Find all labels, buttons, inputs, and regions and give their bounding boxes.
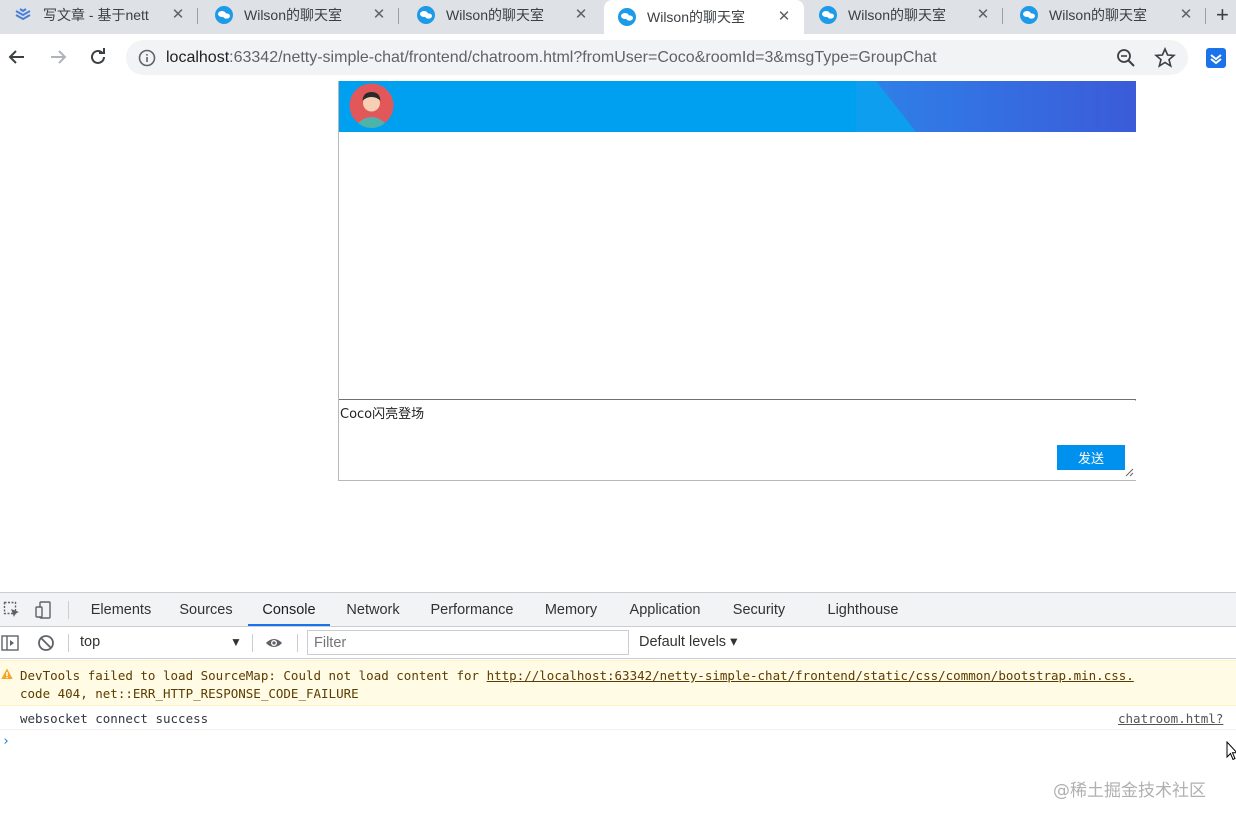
extension-icon[interactable] bbox=[1205, 47, 1227, 69]
log-source-link[interactable]: chatroom.html? bbox=[1118, 711, 1223, 726]
close-icon[interactable]: ✕ bbox=[975, 7, 991, 23]
tab-separator bbox=[398, 8, 399, 24]
console-warning-message: DevTools failed to load SourceMap: Could… bbox=[0, 660, 1236, 706]
clear-console-icon[interactable] bbox=[37, 634, 55, 652]
chevron-down-icon[interactable]: ▼ bbox=[230, 635, 242, 649]
tab-title: Wilson的聊天室 bbox=[244, 7, 343, 23]
screen: 写文章 - 基于nett ✕ Wilson的聊天室 ✕ Wilson的聊天室 ✕ bbox=[0, 0, 1236, 819]
devtools-tab-sources[interactable]: Sources bbox=[170, 593, 242, 626]
devtools-tab-lighthouse[interactable]: Lighthouse bbox=[818, 593, 908, 626]
tab-title: Wilson的聊天室 bbox=[1049, 7, 1148, 23]
browser-toolbar: localhost:63342/netty-simple-chat/fronte… bbox=[0, 34, 1236, 80]
send-button[interactable]: 发送 bbox=[1057, 445, 1125, 470]
filterbar-divider bbox=[297, 634, 298, 652]
filterbar-divider bbox=[68, 634, 69, 652]
tab-title: 写文章 - 基于nett bbox=[43, 7, 149, 23]
address-bar[interactable]: localhost:63342/netty-simple-chat/fronte… bbox=[126, 40, 1188, 75]
arrow-right-icon bbox=[51, 50, 67, 64]
tab-separator bbox=[197, 8, 198, 24]
devtools-tab-security[interactable]: Security bbox=[724, 593, 794, 626]
url-host: localhost bbox=[166, 48, 230, 66]
console-output: DevTools failed to load SourceMap: Could… bbox=[0, 660, 1236, 819]
chat-header bbox=[339, 81, 1136, 132]
sourcemap-link[interactable]: http://localhost:63342/netty-simple-chat… bbox=[487, 668, 1134, 683]
message-input[interactable]: Coco闪亮登场 bbox=[339, 401, 1136, 480]
console-log-message: websocket connect success chatroom.html? bbox=[0, 706, 1236, 730]
browser-tab-4-active[interactable]: Wilson的聊天室 ✕ bbox=[604, 0, 804, 34]
close-icon[interactable]: ✕ bbox=[371, 7, 387, 23]
watermark: @稀土掘金技术社区 bbox=[1053, 781, 1206, 801]
reload-button[interactable] bbox=[85, 44, 111, 70]
tab-separator bbox=[1002, 8, 1003, 24]
console-filter-input[interactable] bbox=[307, 630, 629, 655]
warning-line-2: code 404, net::ERR_HTTP_RESPONSE_CODE_FA… bbox=[20, 686, 359, 701]
warning-icon bbox=[1, 668, 13, 679]
console-prompt[interactable]: › bbox=[2, 734, 10, 749]
close-icon[interactable]: ✕ bbox=[776, 9, 792, 25]
mouse-cursor-icon bbox=[1226, 741, 1236, 761]
toolbar-divider bbox=[68, 601, 69, 619]
back-button[interactable] bbox=[4, 44, 30, 70]
arrow-left-icon bbox=[8, 50, 24, 64]
devtools-tab-memory[interactable]: Memory bbox=[534, 593, 608, 626]
star-icon[interactable] bbox=[1154, 47, 1176, 69]
eye-icon[interactable] bbox=[265, 634, 283, 652]
browser-tab-6[interactable]: Wilson的聊天室 ✕ bbox=[1006, 0, 1206, 30]
browser-tab-5[interactable]: Wilson的聊天室 ✕ bbox=[805, 0, 1003, 30]
devtools-panel: Elements Sources Console Network Perform… bbox=[0, 592, 1236, 819]
devtools-tab-network[interactable]: Network bbox=[336, 593, 410, 626]
inspect-element-icon[interactable] bbox=[3, 601, 21, 619]
close-icon[interactable]: ✕ bbox=[170, 7, 186, 23]
url-text[interactable]: localhost:63342/netty-simple-chat/fronte… bbox=[166, 49, 937, 67]
csdn-icon bbox=[15, 8, 31, 21]
device-toolbar-icon[interactable] bbox=[35, 601, 53, 619]
close-icon[interactable]: ✕ bbox=[1178, 7, 1194, 23]
browser-tab-1[interactable]: 写文章 - 基于nett ✕ bbox=[0, 0, 198, 30]
tab-title: Wilson的聊天室 bbox=[446, 7, 545, 23]
chat-icon bbox=[215, 6, 233, 24]
message-area bbox=[339, 132, 1136, 400]
warning-line-1: DevTools failed to load SourceMap: Could… bbox=[20, 668, 1134, 683]
resize-grip-icon[interactable] bbox=[1124, 467, 1134, 477]
tab-title: Wilson的聊天室 bbox=[848, 7, 947, 23]
context-selector[interactable]: top bbox=[80, 634, 100, 650]
sidebar-toggle-icon[interactable] bbox=[1, 634, 19, 652]
warning-text: DevTools failed to load SourceMap: Could… bbox=[20, 668, 487, 683]
filterbar-divider bbox=[252, 634, 253, 652]
reload-icon bbox=[91, 48, 105, 64]
tab-title: Wilson的聊天室 bbox=[647, 9, 746, 25]
tab-separator bbox=[1205, 8, 1206, 24]
log-text: websocket connect success bbox=[20, 711, 209, 726]
close-icon[interactable]: ✕ bbox=[573, 7, 589, 23]
log-levels-dropdown[interactable]: Default levels ▾ bbox=[639, 634, 737, 650]
info-icon[interactable] bbox=[138, 49, 156, 67]
zoom-icon[interactable] bbox=[1116, 48, 1136, 68]
devtools-tab-application[interactable]: Application bbox=[620, 593, 710, 626]
browser-tab-2[interactable]: Wilson的聊天室 ✕ bbox=[201, 0, 399, 30]
console-filterbar: top ▼ Default levels ▾ bbox=[0, 627, 1236, 659]
browser-tab-3[interactable]: Wilson的聊天室 ✕ bbox=[403, 0, 601, 30]
chat-icon bbox=[819, 6, 837, 24]
chat-icon bbox=[417, 6, 435, 24]
avatar bbox=[349, 83, 394, 128]
devtools-tabbar: Elements Sources Console Network Perform… bbox=[0, 593, 1236, 627]
header-decoration bbox=[856, 81, 1136, 132]
forward-button[interactable] bbox=[45, 44, 71, 70]
tab-strip: 写文章 - 基于nett ✕ Wilson的聊天室 ✕ Wilson的聊天室 ✕ bbox=[0, 0, 1236, 34]
url-rest: :63342/netty-simple-chat/frontend/chatro… bbox=[229, 48, 937, 66]
chat-icon bbox=[618, 8, 636, 26]
chat-icon bbox=[1020, 6, 1038, 24]
log-levels-label: Default levels bbox=[639, 634, 727, 650]
chat-room: Coco闪亮登场 发送 bbox=[338, 81, 1136, 481]
devtools-tab-console[interactable]: Console bbox=[248, 593, 330, 626]
devtools-tab-performance[interactable]: Performance bbox=[420, 593, 524, 626]
new-tab-plus-icon[interactable]: + bbox=[1216, 2, 1236, 28]
devtools-tab-elements[interactable]: Elements bbox=[80, 593, 162, 626]
